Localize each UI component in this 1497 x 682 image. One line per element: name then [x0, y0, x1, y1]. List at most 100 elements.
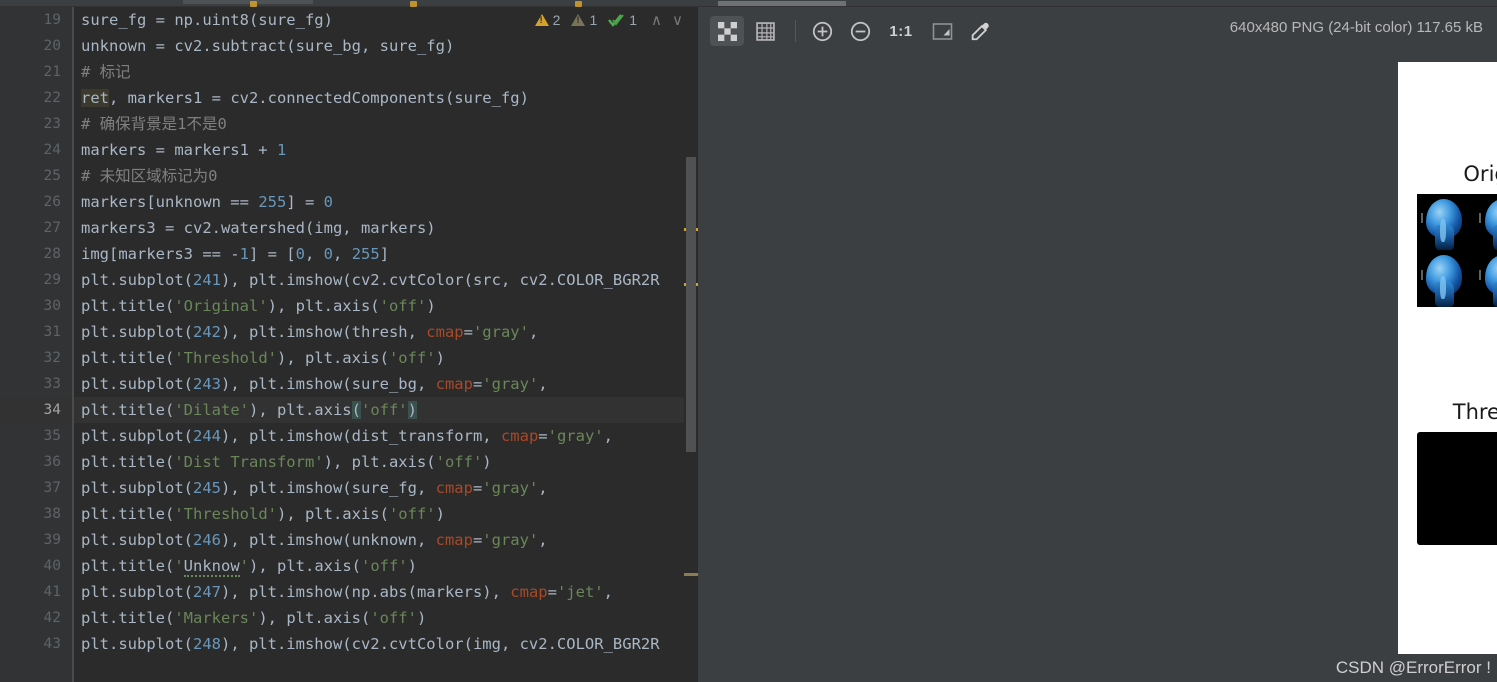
- image-canvas[interactable]: OriginalThresholdDilateDist TransformThr…: [1398, 62, 1497, 654]
- transparency-grid-icon[interactable]: [710, 16, 744, 46]
- line-number: 27: [43, 220, 61, 236]
- code-line-21[interactable]: # 标记: [74, 59, 698, 85]
- code-token: 242: [192, 323, 221, 341]
- color-picker-icon[interactable]: [963, 16, 997, 46]
- line-number: 34: [43, 402, 61, 418]
- code-token: cmap: [435, 375, 473, 393]
- gutter-line-25[interactable]: 25: [0, 163, 72, 189]
- code-text-area[interactable]: sure_fg = np.uint8(sure_fg) unknown = cv2…: [74, 7, 698, 682]
- gutter-line-33[interactable]: 33: [0, 371, 72, 397]
- code-token: 'gray': [482, 531, 539, 549]
- code-line-43[interactable]: plt.subplot(248), plt.imshow(cv2.cvtColo…: [74, 631, 698, 657]
- inspection-widget[interactable]: 2 1 1 ∧ ∨: [534, 11, 686, 29]
- actual-size-button[interactable]: 1:1: [881, 16, 921, 46]
- gutter-line-24[interactable]: 24: [0, 137, 72, 163]
- next-problem-chevron-down-icon[interactable]: ∨: [669, 11, 686, 29]
- code-line-36[interactable]: plt.title('Dist Transform'), plt.axis('o…: [74, 449, 698, 475]
- code-token: 'Threshold': [174, 349, 277, 367]
- code-token: ), plt.axis(: [249, 557, 361, 575]
- code-line-26[interactable]: markers[unknown == 255] = 0: [74, 189, 698, 215]
- pixel-grid-icon[interactable]: [748, 16, 782, 46]
- gutter-line-43[interactable]: 43: [0, 631, 72, 657]
- gutter-line-20[interactable]: 20: [0, 33, 72, 59]
- prev-problem-chevron-up-icon[interactable]: ∧: [648, 11, 665, 29]
- code-token: ): [407, 401, 417, 419]
- code-line-31[interactable]: plt.subplot(242), plt.imshow(thresh, cma…: [74, 319, 698, 345]
- gutter-line-23[interactable]: 23: [0, 111, 72, 137]
- gutter-line-19[interactable]: 19: [0, 7, 72, 33]
- gutter-line-35[interactable]: 35: [0, 423, 72, 449]
- weak-warning-marker[interactable]: [684, 573, 698, 576]
- code-line-30[interactable]: plt.title('Original'), plt.axis('off'): [74, 293, 698, 319]
- code-token: 'off': [361, 557, 408, 575]
- gutter-line-31[interactable]: 31: [0, 319, 72, 345]
- code-line-22[interactable]: ret, markers1 = cv2.connectedComponents(…: [74, 85, 698, 111]
- gutter-line-42[interactable]: 42: [0, 605, 72, 631]
- code-token: 1: [276, 141, 287, 159]
- line-number: 30: [43, 298, 61, 314]
- code-token: ), plt.imshow(dist_transform,: [220, 427, 501, 445]
- line-number: 41: [43, 584, 61, 600]
- gutter-line-41[interactable]: 41: [0, 579, 72, 605]
- code-token: plt.subplot(: [81, 427, 193, 445]
- warning-count: 2: [552, 12, 561, 28]
- code-line-34[interactable]: plt.title('Dilate'), plt.axis('off'): [74, 397, 698, 423]
- code-line-32[interactable]: plt.title('Threshold'), plt.axis('off'): [74, 345, 698, 371]
- editor-scrollbar[interactable]: [684, 7, 698, 682]
- code-token: =: [463, 323, 473, 341]
- gutter-line-21[interactable]: 21: [0, 59, 72, 85]
- code-line-39[interactable]: plt.subplot(246), plt.imshow(unknown, cm…: [74, 527, 698, 553]
- code-line-37[interactable]: plt.subplot(245), plt.imshow(sure_fg, cm…: [74, 475, 698, 501]
- active-tab-indicator[interactable]: [183, 0, 313, 4]
- gutter-line-27[interactable]: 27: [0, 215, 72, 241]
- code-token: plt.title(: [81, 557, 175, 575]
- code-line-42[interactable]: plt.title('Markers'), plt.axis('off'): [74, 605, 698, 631]
- zoom-out-icon[interactable]: [843, 16, 877, 46]
- zoom-in-icon[interactable]: [805, 16, 839, 46]
- code-line-29[interactable]: plt.subplot(241), plt.imshow(cv2.cvtColo…: [74, 267, 698, 293]
- gutter-line-22[interactable]: 22: [0, 85, 72, 111]
- code-token: ): [435, 505, 445, 523]
- gutter-line-29[interactable]: 29: [0, 267, 72, 293]
- code-token: ] = [: [248, 245, 296, 263]
- line-number: 21: [43, 64, 61, 80]
- code-token: 'off': [379, 297, 427, 315]
- code-line-35[interactable]: plt.subplot(244), plt.imshow(dist_transf…: [74, 423, 698, 449]
- line-number: 36: [43, 454, 61, 470]
- code-line-28[interactable]: img[markers3 == -1] = [0, 0, 255]: [74, 241, 698, 267]
- subplot-title: Original: [1463, 162, 1497, 186]
- code-line-20[interactable]: unknown = cv2.subtract(sure_bg, sure_fg): [74, 33, 698, 59]
- code-token: ': [174, 557, 184, 575]
- subplot-threshold: Threshold: [1416, 400, 1497, 545]
- code-token: 'jet': [556, 583, 604, 601]
- gutter-line-26[interactable]: 26: [0, 189, 72, 215]
- code-token: =: [472, 375, 483, 393]
- gutter-line-34[interactable]: 34: [0, 397, 72, 423]
- gutter-line-38[interactable]: 38: [0, 501, 72, 527]
- fit-to-window-icon[interactable]: [925, 16, 959, 46]
- code-token: ), plt.axis(: [276, 505, 389, 523]
- gutter-line-30[interactable]: 30: [0, 293, 72, 319]
- scrollbar-thumb[interactable]: [686, 157, 696, 452]
- code-token: markers[unknown ==: [81, 193, 259, 211]
- code-token: ,: [528, 323, 539, 341]
- line-number: 22: [43, 90, 61, 106]
- code-line-40[interactable]: plt.title('Unknow'), plt.axis('off'): [74, 553, 698, 579]
- code-line-38[interactable]: plt.title('Threshold'), plt.axis('off'): [74, 501, 698, 527]
- gutter-line-40[interactable]: 40: [0, 553, 72, 579]
- code-line-25[interactable]: # 未知区域标记为0: [74, 163, 698, 189]
- gutter-line-36[interactable]: 36: [0, 449, 72, 475]
- weak-warning-triangle-icon: [571, 14, 586, 26]
- line-number-gutter[interactable]: 19 20 21 22 23 24 25 26 27 28 29 30 31 32 33 34 35 36 37 38…: [0, 7, 72, 682]
- gutter-line-37[interactable]: 37: [0, 475, 72, 501]
- gutter-line-32[interactable]: 32: [0, 345, 72, 371]
- gutter-line-28[interactable]: 28: [0, 241, 72, 267]
- code-token: ): [426, 297, 436, 315]
- code-line-24[interactable]: markers = markers1 + 1: [74, 137, 698, 163]
- code-line-27[interactable]: markers3 = cv2.watershed(img, markers): [74, 215, 698, 241]
- code-line-23[interactable]: # 确保背景是1不是0: [74, 111, 698, 137]
- code-token: 'off': [388, 349, 436, 367]
- code-line-33[interactable]: plt.subplot(243), plt.imshow(sure_bg, cm…: [74, 371, 698, 397]
- code-line-41[interactable]: plt.subplot(247), plt.imshow(np.abs(mark…: [74, 579, 698, 605]
- gutter-line-39[interactable]: 39: [0, 527, 72, 553]
